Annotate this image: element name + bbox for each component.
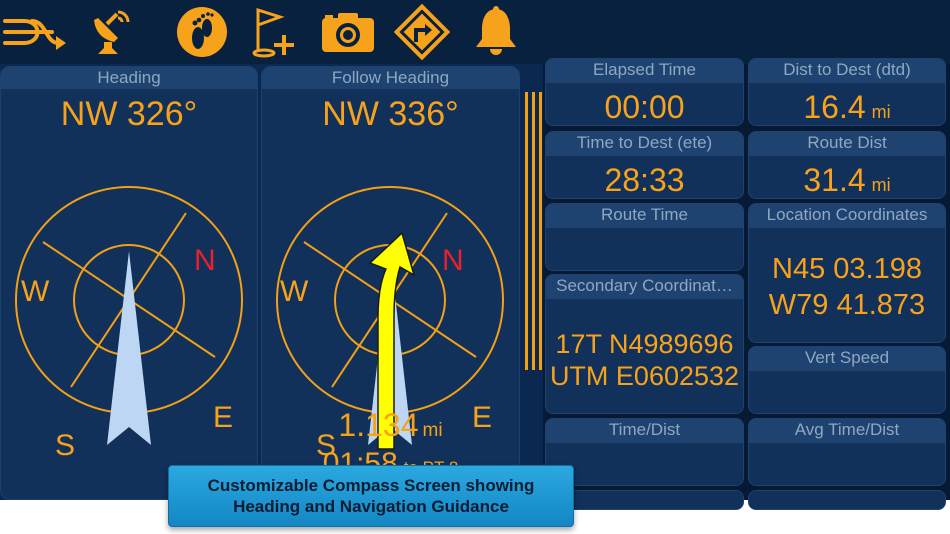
caption-line-1: Customizable Compass Screen showing bbox=[207, 476, 535, 495]
tile-label: Route Dist bbox=[749, 132, 945, 156]
tile-label: Avg Time/Dist bbox=[749, 419, 945, 443]
heading-compass-panel[interactable]: Heading NW 326° N E S W bbox=[0, 66, 258, 500]
turn-sign-icon[interactable] bbox=[394, 4, 450, 60]
app-screen: Heading NW 326° N E S W Follow Heading N… bbox=[0, 0, 950, 534]
promo-caption: Customizable Compass Screen showing Head… bbox=[168, 465, 574, 527]
follow-panel-title: Follow Heading bbox=[262, 67, 519, 89]
tile-label: Elapsed Time bbox=[546, 59, 743, 83]
camera-icon[interactable] bbox=[320, 5, 376, 59]
alarm-bell-icon[interactable] bbox=[470, 5, 522, 59]
distance-unit: mi bbox=[422, 420, 443, 441]
tile-value: 28:33 bbox=[604, 162, 685, 198]
tile-route-dist[interactable]: Route Dist 31.4 mi bbox=[748, 131, 946, 199]
north-label: N bbox=[194, 244, 216, 277]
tile-value: 16.4 mi bbox=[803, 89, 891, 125]
tile-value: 00:00 bbox=[604, 89, 685, 125]
distance-value: 1.134 bbox=[338, 407, 419, 443]
top-toolbar bbox=[0, 0, 950, 64]
tile-value: 31.4 mi bbox=[803, 162, 891, 198]
tile-partial bbox=[545, 490, 744, 510]
tile-time-to-dest[interactable]: Time to Dest (ete) 28:33 bbox=[545, 131, 744, 199]
tile-location-coordinates[interactable]: Location Coordinates N45 03.198 W79 41.8… bbox=[748, 203, 946, 343]
footprint-icon[interactable] bbox=[174, 5, 230, 59]
tile-label: Vert Speed bbox=[749, 347, 945, 371]
tile-label: Secondary Coordinat… bbox=[546, 275, 743, 299]
caption-line-2: Heading and Navigation Guidance bbox=[233, 497, 509, 516]
heading-panel-title: Heading bbox=[1, 67, 257, 89]
heading-value: NW 326° bbox=[60, 95, 198, 133]
tile-vert-speed[interactable]: Vert Speed bbox=[748, 346, 946, 414]
tile-label: Time to Dest (ete) bbox=[546, 132, 743, 156]
tile-partial bbox=[748, 490, 946, 510]
follow-heading-value: NW 336° bbox=[322, 95, 459, 133]
heading-needle bbox=[107, 251, 151, 445]
tile-time-dist[interactable]: Time/Dist bbox=[545, 418, 744, 486]
east-label: E bbox=[213, 401, 233, 434]
heading-compass-dial: N E S W bbox=[15, 186, 243, 462]
tile-value-line2: W79 41.873 bbox=[768, 289, 926, 321]
west-label: W bbox=[280, 275, 309, 308]
tile-value-line2: UTM E0602532 bbox=[549, 361, 740, 391]
tile-value-line1: 17T N4989696 bbox=[555, 329, 734, 359]
tile-label: Route Time bbox=[546, 204, 743, 228]
satellite-icon[interactable] bbox=[88, 5, 132, 59]
panel-splitter-handle[interactable] bbox=[523, 92, 543, 370]
west-label: W bbox=[21, 275, 50, 308]
tile-label: Location Coordinates bbox=[749, 204, 945, 228]
tile-label: Dist to Dest (dtd) bbox=[749, 59, 945, 83]
tile-avg-time-dist[interactable]: Avg Time/Dist bbox=[748, 418, 946, 486]
tile-elapsed-time[interactable]: Elapsed Time 00:00 bbox=[545, 58, 744, 126]
tile-route-time[interactable]: Route Time bbox=[545, 203, 744, 271]
tile-dist-to-dest[interactable]: Dist to Dest (dtd) 16.4 mi bbox=[748, 58, 946, 126]
tile-value-line1: N45 03.198 bbox=[772, 253, 922, 285]
tile-secondary-coordinates[interactable]: Secondary Coordinat… 17T N4989696 UTM E0… bbox=[545, 274, 744, 414]
tile-label: Time/Dist bbox=[546, 419, 743, 443]
north-label: N bbox=[442, 244, 464, 277]
menu-route-icon[interactable] bbox=[2, 5, 68, 59]
south-label: S bbox=[55, 429, 75, 462]
distance-to-point: 1.134 mi bbox=[262, 407, 519, 444]
add-waypoint-flag-icon[interactable] bbox=[250, 5, 298, 59]
follow-heading-panel[interactable]: Follow Heading NW 336° N E S W 1.134 mi 0… bbox=[261, 66, 520, 500]
